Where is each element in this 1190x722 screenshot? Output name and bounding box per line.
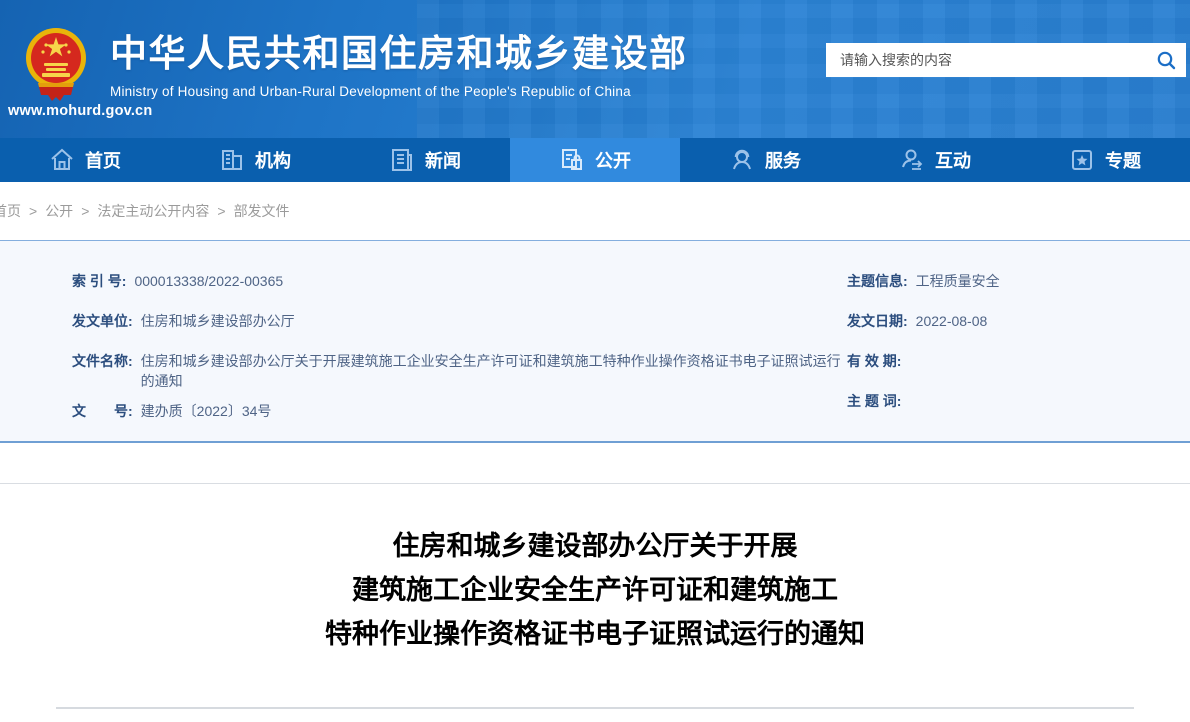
meta-label: 文件名称:: [72, 351, 133, 371]
meta-right-column: 主题信息: 工程质量安全 发文日期: 2022-08-08 有 效 期: 主 题…: [847, 271, 1150, 441]
meta-label: 发文单位:: [72, 311, 133, 331]
meta-label: 主题信息:: [847, 271, 908, 291]
meta-label: 主 题 词:: [847, 391, 901, 411]
search-button[interactable]: [1146, 43, 1186, 77]
article-title-line: 特种作业操作资格证书电子证照试运行的通知: [0, 612, 1190, 656]
nav-item-disclosure[interactable]: 公开: [510, 138, 680, 182]
interaction-icon: [899, 147, 925, 173]
meta-value: 2022-08-08: [916, 311, 988, 331]
meta-row-document-number: 文 号: 建办质〔2022〕34号: [72, 401, 847, 431]
meta-label: 有 效 期:: [847, 351, 901, 371]
nav-item-label: 首页: [85, 147, 121, 173]
breadcrumb-disclosure[interactable]: 公开: [45, 201, 73, 221]
nav-item-home[interactable]: 首页: [0, 138, 170, 182]
breadcrumb-home[interactable]: 首页: [0, 201, 21, 221]
organization-icon: [219, 147, 245, 173]
meta-row-issue-date: 发文日期: 2022-08-08: [847, 311, 1150, 341]
home-icon: [49, 147, 75, 173]
article-title-line: 住房和城乡建设部办公厅关于开展: [0, 524, 1190, 568]
breadcrumb-separator: >: [217, 203, 225, 219]
meta-value: 住房和城乡建设部办公厅关于开展建筑施工企业安全生产许可证和建筑施工特种作业操作资…: [141, 351, 841, 391]
site-url: www.mohurd.gov.cn: [8, 103, 152, 119]
article-title-line: 建筑施工企业安全生产许可证和建筑施工: [0, 568, 1190, 612]
service-icon: [729, 147, 755, 173]
nav-item-service[interactable]: 服务: [680, 138, 850, 182]
nav-item-label: 服务: [765, 147, 801, 173]
article-title: 住房和城乡建设部办公厅关于开展 建筑施工企业安全生产许可证和建筑施工 特种作业操…: [0, 484, 1190, 656]
meta-value: 000013338/2022-00365: [134, 271, 283, 291]
document-meta-panel: 索 引 号: 000013338/2022-00365 发文单位: 住房和城乡建…: [0, 240, 1190, 443]
search-box: [826, 43, 1186, 77]
spacer: [0, 443, 1190, 483]
site-subtitle: Ministry of Housing and Urban-Rural Deve…: [110, 84, 688, 99]
meta-left-column: 索 引 号: 000013338/2022-00365 发文单位: 住房和城乡建…: [72, 271, 847, 441]
meta-value: 工程质量安全: [916, 271, 1000, 291]
meta-row-keywords: 主 题 词:: [847, 391, 1150, 421]
site-title-block: 中华人民共和国住房和城乡建设部 Ministry of Housing and …: [110, 33, 688, 99]
meta-row-validity: 有 效 期:: [847, 351, 1150, 381]
site-header: www.mohurd.gov.cn 中华人民共和国住房和城乡建设部 Minist…: [0, 0, 1190, 138]
meta-row-subject-info: 主题信息: 工程质量安全: [847, 271, 1150, 301]
nav-item-news[interactable]: 新闻: [340, 138, 510, 182]
breadcrumb-separator: >: [81, 203, 89, 219]
search-input[interactable]: [826, 52, 1146, 68]
meta-row-document-name: 文件名称: 住房和城乡建设部办公厅关于开展建筑施工企业安全生产许可证和建筑施工特…: [72, 351, 847, 391]
search-icon: [1156, 50, 1176, 70]
meta-label: 发文日期:: [847, 311, 908, 331]
meta-row-index-number: 索 引 号: 000013338/2022-00365: [72, 271, 847, 301]
meta-label: 索 引 号:: [72, 271, 126, 291]
breadcrumb-separator: >: [29, 203, 37, 219]
news-icon: [389, 147, 415, 173]
article-divider: [56, 707, 1134, 709]
nav-item-organization[interactable]: 机构: [170, 138, 340, 182]
breadcrumb-statutory-content[interactable]: 法定主动公开内容: [97, 201, 209, 221]
nav-item-interaction[interactable]: 互动: [850, 138, 1020, 182]
main-nav: 首页 机构 新闻 公开: [0, 138, 1190, 182]
meta-value: 住房和城乡建设部办公厅: [141, 311, 295, 331]
disclosure-icon: [559, 147, 585, 173]
breadcrumb-ministry-documents[interactable]: 部发文件: [234, 201, 290, 221]
nav-item-label: 机构: [255, 147, 291, 173]
nav-item-label: 公开: [595, 147, 631, 173]
meta-row-issuing-unit: 发文单位: 住房和城乡建设部办公厅: [72, 311, 847, 341]
site-title: 中华人民共和国住房和城乡建设部: [110, 33, 688, 75]
nav-item-label: 新闻: [425, 147, 461, 173]
meta-label: 文 号:: [72, 401, 133, 421]
meta-value: 建办质〔2022〕34号: [141, 401, 272, 421]
nav-item-label: 互动: [935, 147, 971, 173]
national-emblem-logo: [24, 25, 88, 103]
nav-item-label: 专题: [1105, 147, 1141, 173]
breadcrumb: 首页 > 公开 > 法定主动公开内容 > 部发文件: [0, 182, 1190, 240]
nav-item-topics[interactable]: 专题: [1020, 138, 1190, 182]
topics-icon: [1069, 147, 1095, 173]
